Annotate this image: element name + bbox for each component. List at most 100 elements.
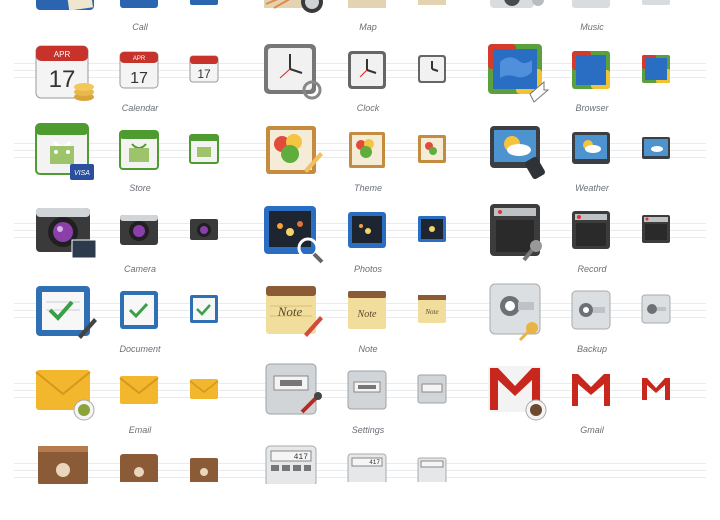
icon-row-call: Call Map Music — [0, 0, 720, 32]
photos-icon-large[interactable] — [262, 202, 326, 264]
store-icon-large[interactable]: VISA — [34, 122, 98, 184]
icon-row-5: Email Settings Gmail — [0, 360, 720, 440]
theme-icon-medium[interactable] — [347, 130, 387, 170]
calendar-label: Calendar — [121, 103, 159, 113]
record-icon-medium[interactable] — [571, 210, 611, 250]
weather-icon-small[interactable] — [641, 134, 671, 164]
photos-icon-small[interactable] — [417, 214, 447, 244]
document-icon-medium[interactable] — [119, 290, 159, 330]
document-icon-large[interactable] — [34, 282, 98, 344]
settings-icon-small[interactable] — [417, 374, 447, 404]
calculator-icon-medium[interactable]: 417 — [347, 452, 387, 482]
camera-label: Camera — [123, 264, 156, 274]
music-icon-small[interactable] — [641, 0, 671, 6]
calendar-day-text: 17 — [49, 66, 76, 93]
map-icon-small[interactable] — [417, 0, 447, 6]
theme-icon-small[interactable] — [417, 134, 447, 164]
note-group: Note Note Note Note — [258, 280, 458, 360]
backup-icon-small[interactable] — [641, 294, 671, 324]
music-label: Music — [580, 22, 604, 32]
browser-icon-medium[interactable] — [571, 50, 611, 90]
store-icon-medium[interactable] — [119, 130, 159, 170]
icon-row-4: Document Note Note Note Note Backup — [0, 280, 720, 360]
camera-icon-small[interactable] — [189, 214, 219, 244]
icon-row-3: Camera Photos Record — [0, 200, 720, 280]
document-icon-small[interactable] — [189, 294, 219, 324]
gmail-icon-small[interactable] — [641, 374, 671, 404]
settings-group: Settings — [258, 360, 458, 440]
contacts-icon-medium[interactable] — [119, 452, 159, 482]
photos-group: Photos — [258, 200, 458, 280]
theme-label: Theme — [353, 183, 382, 193]
map-icon-medium[interactable] — [347, 0, 387, 10]
map-label: Map — [359, 22, 377, 32]
note-word-text-small: Note — [424, 308, 438, 316]
calendar-month-text-medium: APR — [133, 56, 146, 62]
calendar-icon-small[interactable]: 17 — [189, 54, 219, 84]
calculator-icon-large[interactable]: 417 — [262, 444, 326, 484]
email-icon-medium[interactable] — [119, 370, 159, 410]
browser-icon-large[interactable] — [486, 42, 550, 104]
camera-icon-large[interactable] — [34, 202, 98, 264]
calculator-display-text-medium: 417 — [369, 459, 380, 466]
settings-icon-large[interactable] — [262, 362, 326, 424]
settings-icon-medium[interactable] — [347, 370, 387, 410]
clock-label: Clock — [356, 103, 380, 113]
record-icon-small[interactable] — [641, 214, 671, 244]
map-group: Map — [258, 0, 458, 32]
note-word-text: Note — [277, 304, 303, 319]
contacts-icon-small[interactable] — [189, 456, 219, 482]
weather-icon-medium[interactable] — [571, 130, 611, 170]
browser-icon-small[interactable] — [641, 54, 671, 84]
weather-icon-large[interactable] — [486, 122, 550, 184]
camera-group: Camera — [30, 200, 230, 280]
note-icon-large[interactable]: Note — [262, 282, 326, 344]
call-icon-large[interactable] — [34, 0, 96, 16]
email-icon-large[interactable] — [34, 362, 98, 424]
store-icon-small[interactable] — [189, 134, 219, 164]
clock-icon-large[interactable] — [262, 42, 326, 104]
calendar-icon-medium[interactable]: APR 17 — [119, 50, 159, 90]
clock-icon-medium[interactable] — [347, 50, 387, 90]
call-group: Call — [30, 0, 230, 32]
note-label: Note — [358, 344, 378, 354]
record-icon-large[interactable] — [486, 202, 550, 264]
map-icon-large[interactable] — [262, 0, 326, 16]
theme-group: Theme — [258, 120, 458, 200]
settings-label: Settings — [351, 425, 385, 435]
browser-group: Browser — [482, 40, 682, 120]
icon-row-1: APR 17 APR 17 17 Calendar Clock Browser — [0, 40, 720, 120]
calendar-group: APR 17 APR 17 17 Calendar — [30, 40, 230, 120]
gmail-icon-medium[interactable] — [571, 370, 611, 410]
music-icon-large[interactable] — [486, 0, 550, 16]
document-label: Document — [119, 344, 161, 354]
contacts-group — [30, 440, 230, 520]
camera-icon-medium[interactable] — [119, 210, 159, 250]
note-icon-small[interactable]: Note — [417, 294, 447, 324]
call-icon-small[interactable] — [189, 0, 219, 6]
store-group: VISA Store — [30, 120, 230, 200]
gmail-group: Gmail — [482, 360, 682, 440]
backup-icon-medium[interactable] — [571, 290, 611, 330]
calendar-icon-large[interactable]: APR 17 — [34, 42, 98, 104]
calculator-icon-small[interactable] — [417, 456, 447, 482]
backup-group: Backup — [482, 280, 682, 360]
gmail-icon-large[interactable] — [486, 362, 550, 424]
weather-group: Weather — [482, 120, 682, 200]
contacts-icon-large[interactable] — [34, 444, 98, 484]
clock-group: Clock — [258, 40, 458, 120]
store-label: Store — [129, 183, 151, 193]
browser-label: Browser — [575, 103, 609, 113]
calculator-group: 417 417 — [258, 440, 458, 520]
gmail-label: Gmail — [580, 425, 604, 435]
weather-label: Weather — [575, 183, 609, 193]
backup-icon-large[interactable] — [486, 282, 550, 344]
theme-icon-large[interactable] — [262, 122, 326, 184]
clock-icon-small[interactable] — [417, 54, 447, 84]
call-icon-medium[interactable] — [119, 0, 159, 10]
photos-icon-medium[interactable] — [347, 210, 387, 250]
icon-sheet: Call Map Music APR 17 APR 17 17 Calendar… — [0, 0, 720, 484]
music-icon-medium[interactable] — [571, 0, 611, 10]
note-icon-medium[interactable]: Note — [347, 290, 387, 330]
email-icon-small[interactable] — [189, 374, 219, 404]
